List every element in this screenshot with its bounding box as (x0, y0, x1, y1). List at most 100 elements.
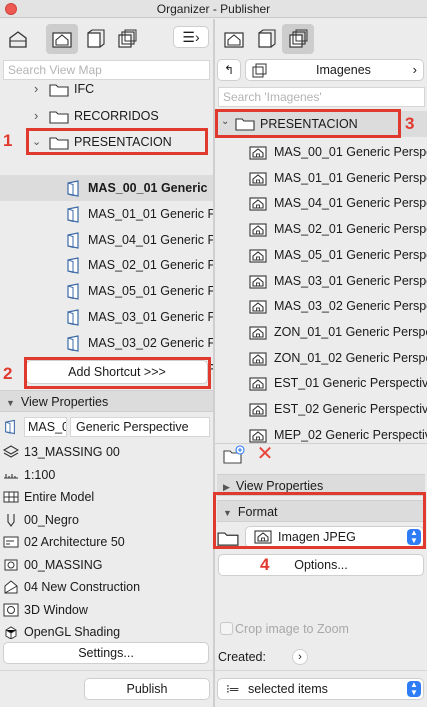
publisher-item[interactable]: EST_01 Generic Perspective (215, 371, 427, 397)
perspective-view-icon (65, 335, 81, 352)
publish-scope-select[interactable]: ⁝═ selected items ▲ ▼ (217, 678, 424, 700)
menu-lines-icon: ☰› (182, 29, 200, 45)
tree-item-ifc[interactable]: › IFC (0, 76, 213, 102)
view-id-row: MAS_0 Generic Perspective (0, 416, 213, 438)
crop-label: Crop image to Zoom (235, 622, 349, 636)
layout-book-button[interactable] (250, 24, 282, 54)
view-property-row[interactable]: 00_MASSING (0, 554, 213, 577)
image-item-icon (249, 377, 267, 391)
window-titlebar: Organizer - Publisher (0, 0, 427, 18)
publisher-item[interactable]: MAS_05_01 Generic Perspe (215, 243, 427, 269)
publisher-set-icon (252, 63, 267, 78)
publisher-sets-button[interactable] (111, 24, 143, 54)
layout-book-icon (258, 29, 276, 48)
settings-button[interactable]: Settings... (3, 642, 209, 664)
options-menu-button[interactable]: ☰› (173, 26, 209, 48)
format-select[interactable]: Imagen JPEG ▲ ▼ (245, 526, 424, 548)
project-map-icon (9, 31, 27, 48)
publisher-item[interactable]: MAS_04_01 Generic Perspe (215, 191, 427, 217)
view-item[interactable]: MAS_01_01 Generic Pe (0, 201, 213, 227)
project-map-button[interactable] (218, 24, 250, 54)
publisher-item[interactable]: ZON_01_02 Generic Perspe (215, 346, 427, 372)
publish-scope-value: selected items (248, 682, 328, 696)
section-title: View Properties (20, 395, 109, 409)
created-label: Created: (218, 650, 266, 664)
layout-book-button[interactable] (79, 24, 111, 54)
image-item-icon (249, 352, 267, 366)
view-properties-header[interactable]: ▼ View Properties (0, 390, 213, 412)
new-folder-button[interactable] (223, 445, 245, 465)
format-header[interactable]: ▼ Format (217, 500, 425, 522)
view-name-field[interactable]: Generic Perspective (70, 417, 210, 437)
view-item[interactable]: MAS_00_01 Generic (0, 175, 213, 201)
chevron-right-icon: › (34, 108, 39, 123)
view-property-label: 3D Window (24, 602, 88, 617)
view-map-button[interactable] (46, 24, 78, 54)
publisher-item[interactable]: MAS_02_01 Generic Perspe (215, 217, 427, 243)
image-item-icon (249, 223, 267, 237)
perspective-view-icon (65, 206, 81, 223)
view-item[interactable]: MAS_05_01 Generic P (0, 278, 213, 304)
publisher-item-label: MAS_02_01 Generic Perspe (274, 222, 427, 237)
crop-image-row[interactable]: Crop image to Zoom (218, 619, 424, 639)
close-window-button[interactable] (5, 3, 17, 15)
view-property-row[interactable]: 13_MASSING 00 (0, 441, 213, 464)
view-item[interactable]: MAS_03_01 Generic P (0, 304, 213, 330)
image-item-icon (249, 403, 267, 417)
view-item-label: MAS_05_01 Generic P (88, 284, 213, 299)
publisher-item[interactable]: MAS_03_01 Generic Perspe (215, 269, 427, 295)
view-map-pane: ☰› Search View Map › IFC › RECORRIDOS ⌄ … (0, 19, 213, 707)
section-title: Format (237, 505, 278, 519)
folder-icon (217, 529, 239, 547)
delete-button[interactable]: ✕ (255, 444, 275, 464)
view-id-field[interactable]: MAS_0 (24, 417, 67, 437)
back-button[interactable]: ↰ (217, 59, 241, 81)
view-property-row[interactable]: 04 New Construction (0, 576, 213, 599)
publish-button[interactable]: Publish (84, 678, 210, 700)
stepper-icon: ▲ ▼ (407, 681, 421, 697)
list-icon: ⁝═ (226, 682, 239, 696)
view-property-label: 02 Architecture 50 (24, 535, 125, 549)
crop-checkbox[interactable] (220, 622, 233, 635)
publisher-item[interactable]: MAS_01_01 Generic Perspe (215, 166, 427, 192)
chevron-down-icon: ⌄ (221, 116, 230, 127)
project-map-icon (224, 32, 244, 48)
publisher-set-select[interactable]: Imagenes › (245, 59, 424, 81)
folder-icon (49, 109, 69, 124)
chevron-right-icon: › (412, 62, 417, 77)
project-map-button[interactable] (2, 24, 34, 54)
add-shortcut-button[interactable]: Add Shortcut >>> (26, 360, 208, 384)
publisher-item[interactable]: MEP_02 Generic Perspective (215, 423, 427, 449)
view-property-row[interactable]: 1:100 (0, 464, 213, 487)
view-property-row[interactable]: 02 Architecture 50 (0, 531, 213, 554)
view-property-label: 00_MASSING (24, 557, 103, 572)
stepper-icon: ▲ ▼ (407, 529, 421, 545)
options-button[interactable]: Options... (218, 554, 424, 576)
view-item[interactable]: MAS_04_01 Generic P (0, 227, 213, 253)
annotation-number-1: 1 (3, 131, 13, 150)
right-view-properties-header[interactable]: ▶ View Properties (217, 474, 425, 496)
view-item[interactable]: MAS_02_01 Generic P (0, 252, 213, 278)
chevron-right-icon: › (34, 81, 39, 96)
folder-icon (49, 82, 69, 97)
created-info-button[interactable]: › (292, 649, 308, 665)
view-item[interactable]: MAS_03_02 Generic P (0, 330, 213, 356)
view-item-label: MAS_01_01 Generic Pe (88, 206, 213, 221)
annotation-number-3: 3 (405, 114, 415, 133)
tree-item-presentacion[interactable]: ⌄ PRESENTACION (0, 129, 213, 155)
tree-item-recorridos[interactable]: › RECORRIDOS (0, 103, 213, 129)
view-property-row[interactable]: Entire Model (0, 486, 213, 509)
publisher-item[interactable]: EST_02 Generic Perspective (215, 397, 427, 423)
publisher-item[interactable]: MAS_00_01 Generic Perspe (215, 140, 427, 166)
view-property-row[interactable]: OpenGL Shading (0, 621, 213, 644)
view-property-row[interactable]: 3D Window (0, 599, 213, 622)
publisher-item[interactable]: ZON_01_01 Generic Perspe (215, 320, 427, 346)
publisher-item[interactable]: MAS_03_02 Generic Perspe (215, 294, 427, 320)
folder-row-presentacion[interactable]: ⌄ PRESENTACION (215, 111, 427, 137)
publisher-sets-button[interactable] (282, 24, 314, 54)
publisher-search-input[interactable]: Search 'Imagenes' (218, 87, 425, 107)
view-property-row[interactable]: 00_Negro (0, 509, 213, 532)
view-map-icon (52, 32, 72, 48)
chevron-down-icon: ⌄ (32, 136, 42, 148)
image-format-icon (254, 530, 272, 544)
